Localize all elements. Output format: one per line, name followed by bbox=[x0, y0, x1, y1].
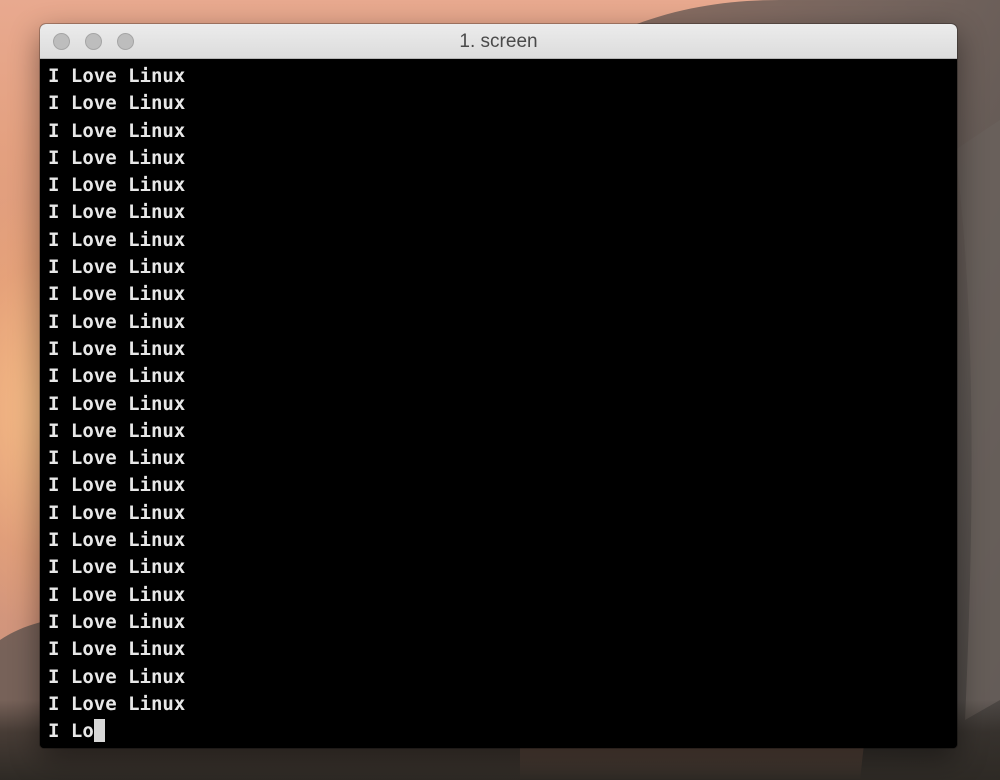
window-title: 1. screen bbox=[459, 31, 538, 52]
terminal-line: I Love Linux bbox=[48, 65, 186, 87]
terminal-line: I Love Linux bbox=[48, 501, 186, 524]
terminal-line: I Love Linux bbox=[48, 583, 186, 606]
terminal-line: I Love Linux bbox=[48, 310, 186, 333]
terminal-line: I Love Linux bbox=[48, 119, 186, 142]
terminal-line: I Love Linux bbox=[48, 529, 186, 552]
terminal-line: I Love Linux bbox=[48, 419, 186, 442]
terminal-window[interactable]: 1. screen I Love Linux I Love Linux I Love… bbox=[40, 24, 957, 748]
terminal-line: I Love Linux bbox=[48, 201, 186, 224]
terminal-line: I Love Linux bbox=[48, 174, 186, 197]
terminal-line: I Love Linux bbox=[48, 146, 186, 169]
terminal-line: I Love Linux bbox=[48, 474, 186, 497]
terminal-line: I Love Linux bbox=[48, 638, 186, 661]
terminal-line: I Love Linux bbox=[48, 692, 186, 715]
terminal-prompt-line[interactable]: I Lo bbox=[48, 718, 957, 745]
terminal-line: I Love Linux bbox=[48, 556, 186, 579]
terminal-line: I Love Linux bbox=[48, 228, 186, 251]
terminal-line: I Love Linux bbox=[48, 283, 186, 306]
terminal-output[interactable]: I Love Linux I Love Linux I Love Linux I Lo… bbox=[40, 59, 957, 748]
text-cursor bbox=[93, 719, 105, 743]
terminal-line: I Love Linux bbox=[48, 447, 186, 470]
terminal-lines: I Love Linux I Love Linux I Love Linux I Lo… bbox=[48, 63, 957, 718]
terminal-current-input: I Lo bbox=[48, 720, 94, 743]
terminal-line: I Love Linux bbox=[48, 92, 186, 115]
terminal-line: I Love Linux bbox=[48, 337, 186, 360]
terminal-line: I Love Linux bbox=[48, 665, 186, 688]
terminal-line: I Love Linux bbox=[48, 256, 186, 279]
window-titlebar[interactable]: 1. screen bbox=[40, 24, 957, 59]
terminal-line: I Love Linux bbox=[48, 392, 186, 415]
terminal-line: I Love Linux bbox=[48, 365, 186, 388]
terminal-line: I Love Linux bbox=[48, 610, 186, 633]
